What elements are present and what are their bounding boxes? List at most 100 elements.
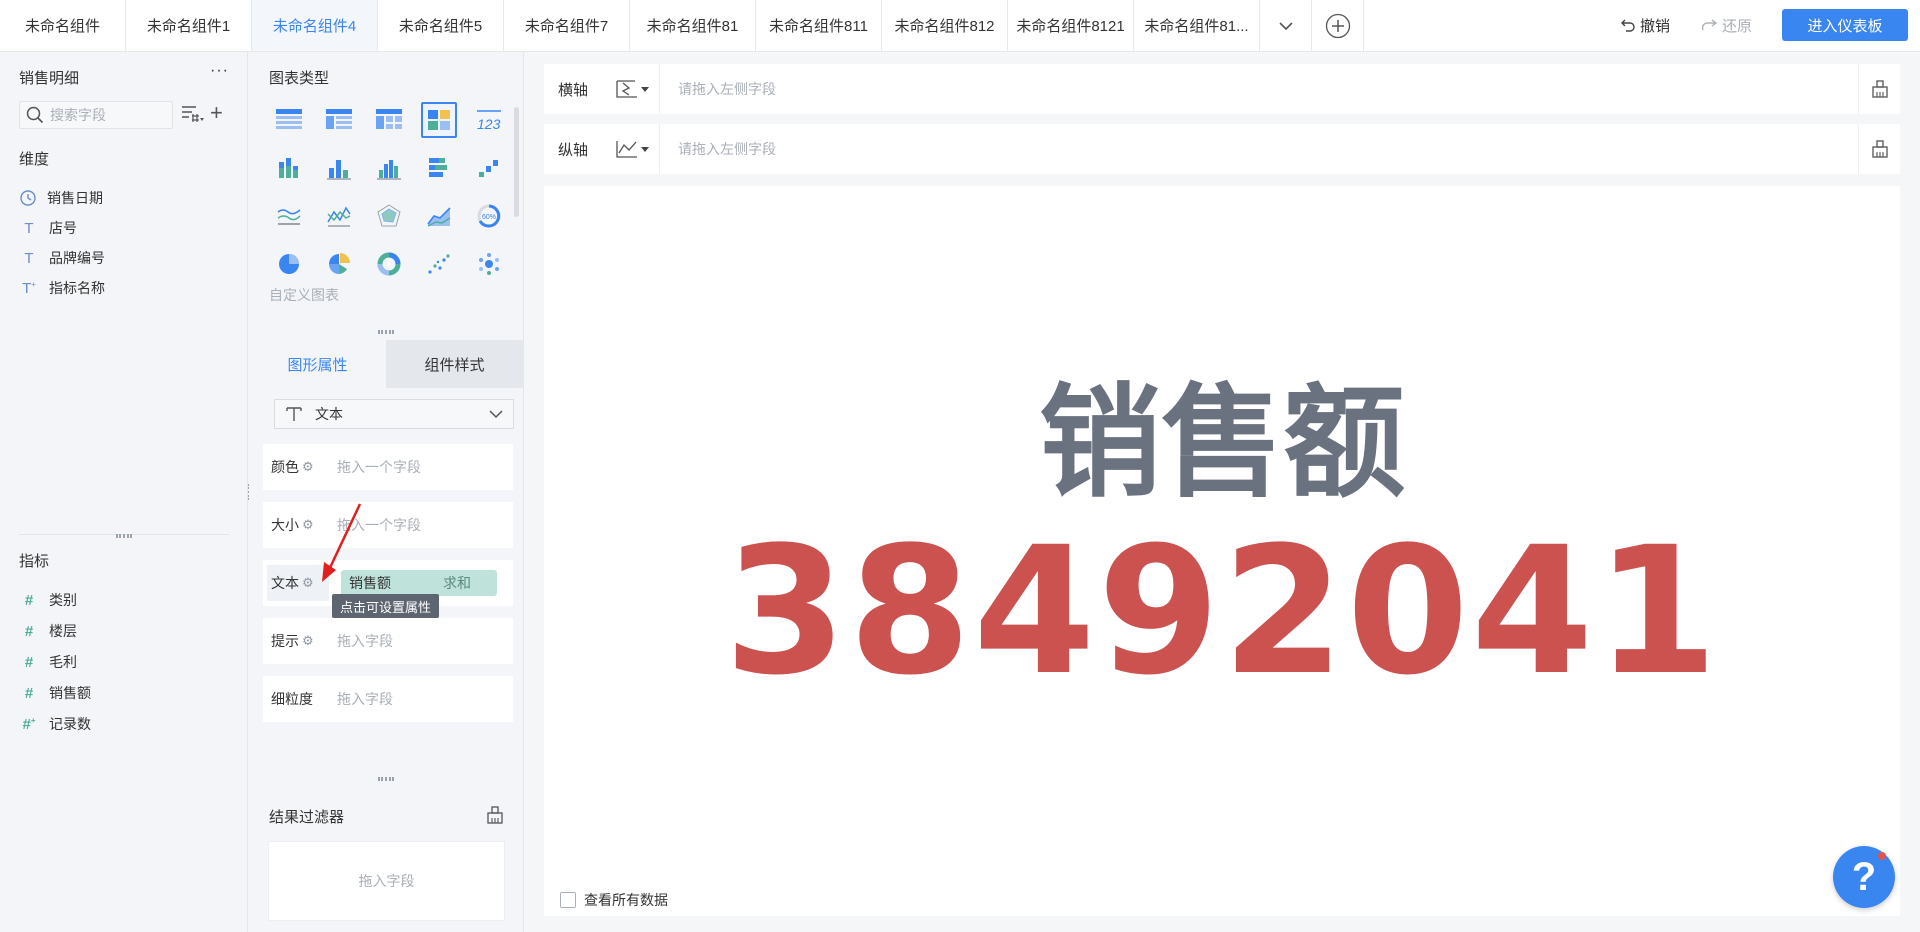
resize-handle[interactable] [378,777,394,781]
granularity-property-row: 细粒度 拖入字段 [263,676,513,722]
gauge-chart-icon[interactable]: 60% [471,198,507,234]
chart-types-scrollbar[interactable] [514,107,519,217]
field-search-input[interactable] [50,107,160,123]
gear-icon[interactable]: ⚙ [302,517,314,533]
text-icon: T [24,249,34,267]
aggregation-label[interactable]: 求和 [443,573,471,593]
tab-component-7[interactable]: 未命名组件7 [504,0,630,51]
measure-field-item[interactable]: # 销售额 [19,683,91,703]
hash-icon: # [24,622,34,640]
text-mark-icon [286,407,302,421]
measure-field-item[interactable]: # 楼层 [19,621,77,641]
gear-icon[interactable]: ⚙ [302,633,314,649]
tab-component-style[interactable]: 组件样式 [386,340,523,388]
undo-icon [1620,19,1635,32]
annotation-arrow-icon [322,503,362,582]
tab-component-8121[interactable]: 未命名组件8121 [1008,0,1134,51]
clear-x-axis-button[interactable] [1858,64,1900,114]
custom-chart-link[interactable]: 自定义图表 [269,285,339,305]
tabs-dropdown-button[interactable] [1260,0,1312,51]
redo-button[interactable]: 还原 [1700,15,1752,36]
y-axis-drop-zone[interactable]: 请拖入左侧字段 [660,124,1858,174]
tab-component-81-more[interactable]: 未命名组件81... [1134,0,1260,51]
measures-heading: 指标 [19,553,50,570]
mark-type-select[interactable]: 文本 [274,399,514,429]
granularity-drop-zone[interactable]: 拖入字段 [325,689,393,709]
x-axis-type-selector[interactable] [604,64,660,114]
gear-icon[interactable]: ⚙ [302,459,314,475]
add-field-icon[interactable]: + [210,102,223,124]
waterfall-chart-icon[interactable] [471,150,507,186]
dimension-field-item[interactable]: T 品牌编号 [19,248,105,268]
result-filter-title: 结果过滤器 [269,809,345,826]
clear-y-axis-button[interactable] [1858,124,1900,174]
more-icon[interactable]: ··· [210,62,229,80]
tab-graphic-properties[interactable]: 图形属性 [249,340,386,388]
dimension-field-item[interactable]: 销售日期 [19,188,103,208]
dimension-field-item[interactable]: T 店号 [19,218,77,238]
crosstab-icon[interactable] [371,102,407,138]
text-field-pill[interactable]: 销售额 求和 [341,570,497,596]
tab-component-0[interactable]: 未命名组件 [0,0,126,51]
multi-line-chart-icon[interactable] [321,198,357,234]
settings-tooltip: 点击可设置属性 [332,594,440,618]
tooltip-property-row: 提示 ⚙ 拖入字段 [263,618,513,664]
bubble-chart-icon[interactable] [471,246,507,282]
radar-chart-icon[interactable] [371,198,407,234]
plus-circle-icon [1325,13,1350,38]
notification-dot [1878,852,1886,860]
tooltip-drop-zone[interactable]: 拖入字段 [325,631,393,651]
mark-type-label: 文本 [315,406,343,422]
kpi-text-chart-icon[interactable] [421,102,457,138]
add-tab-button[interactable] [1312,0,1364,51]
dimension-field-item[interactable]: T+ 指标名称 [19,278,105,298]
tab-component-5[interactable]: 未命名组件5 [378,0,504,51]
tab-component-4[interactable]: 未命名组件4 [252,0,378,51]
field-panel: 销售明细 ··· + 维度 销售日期 T 店号 T 品牌编号 T+ 指标名称 指… [0,52,248,932]
chevron-down-icon [489,409,503,418]
chart-canvas: 销售额 38492041 查看所有数据 [544,186,1900,916]
field-label: 销售额 [49,685,91,701]
tab-component-811[interactable]: 未命名组件811 [756,0,882,51]
tab-component-1[interactable]: 未命名组件1 [126,0,252,51]
table-chart-icon[interactable] [271,102,307,138]
sort-fields-icon[interactable] [181,105,205,123]
redo-label: 还原 [1721,17,1752,35]
result-filter-drop-zone[interactable]: 拖入字段 [268,841,505,921]
view-all-data-toggle[interactable]: 查看所有数据 [560,890,668,910]
grouped-bar-icon[interactable] [371,150,407,186]
undo-button[interactable]: 撤销 [1620,15,1670,36]
resize-handle[interactable] [116,534,132,538]
tab-component-812[interactable]: 未命名组件812 [882,0,1008,51]
resize-handle[interactable] [378,330,394,334]
measure-field-item[interactable]: # 类别 [19,590,77,610]
view-all-data-checkbox[interactable] [560,892,576,908]
tab-component-81[interactable]: 未命名组件81 [630,0,756,51]
bar-chart-icon[interactable] [321,150,357,186]
clear-brush-icon [1871,80,1888,98]
gear-icon[interactable]: ⚙ [302,575,314,591]
property-tabs: 图形属性 组件样式 [249,340,523,388]
field-search-box [19,101,173,129]
area-chart-icon[interactable] [421,198,457,234]
x-axis-drop-zone[interactable]: 请拖入左侧字段 [660,64,1858,114]
size-property-label: 大小 ⚙ [271,517,314,533]
pie-chart-icon[interactable] [271,246,307,282]
measure-field-item[interactable]: #+ 记录数 [19,714,91,734]
axis-type-icon [615,80,637,98]
enter-dashboard-button[interactable]: 进入仪表板 [1782,9,1908,41]
clear-brush-icon[interactable] [486,806,504,824]
y-axis-type-selector[interactable] [604,124,660,174]
color-property-label: 颜色 ⚙ [271,459,314,475]
line-chart-icon[interactable] [271,198,307,234]
color-drop-zone[interactable]: 拖入一个字段 [325,457,421,477]
horizontal-bar-icon[interactable] [421,150,457,186]
measure-field-item[interactable]: # 毛利 [19,652,77,672]
y-axis-shelf: 纵轴 请拖入左侧字段 [544,124,1900,174]
number-chart-icon[interactable]: 123 [471,102,507,138]
stacked-bar-icon[interactable] [271,150,307,186]
grouped-table-icon[interactable] [321,102,357,138]
multi-pie-chart-icon[interactable] [321,246,357,282]
donut-chart-icon[interactable] [371,246,407,282]
scatter-chart-icon[interactable] [421,246,457,282]
